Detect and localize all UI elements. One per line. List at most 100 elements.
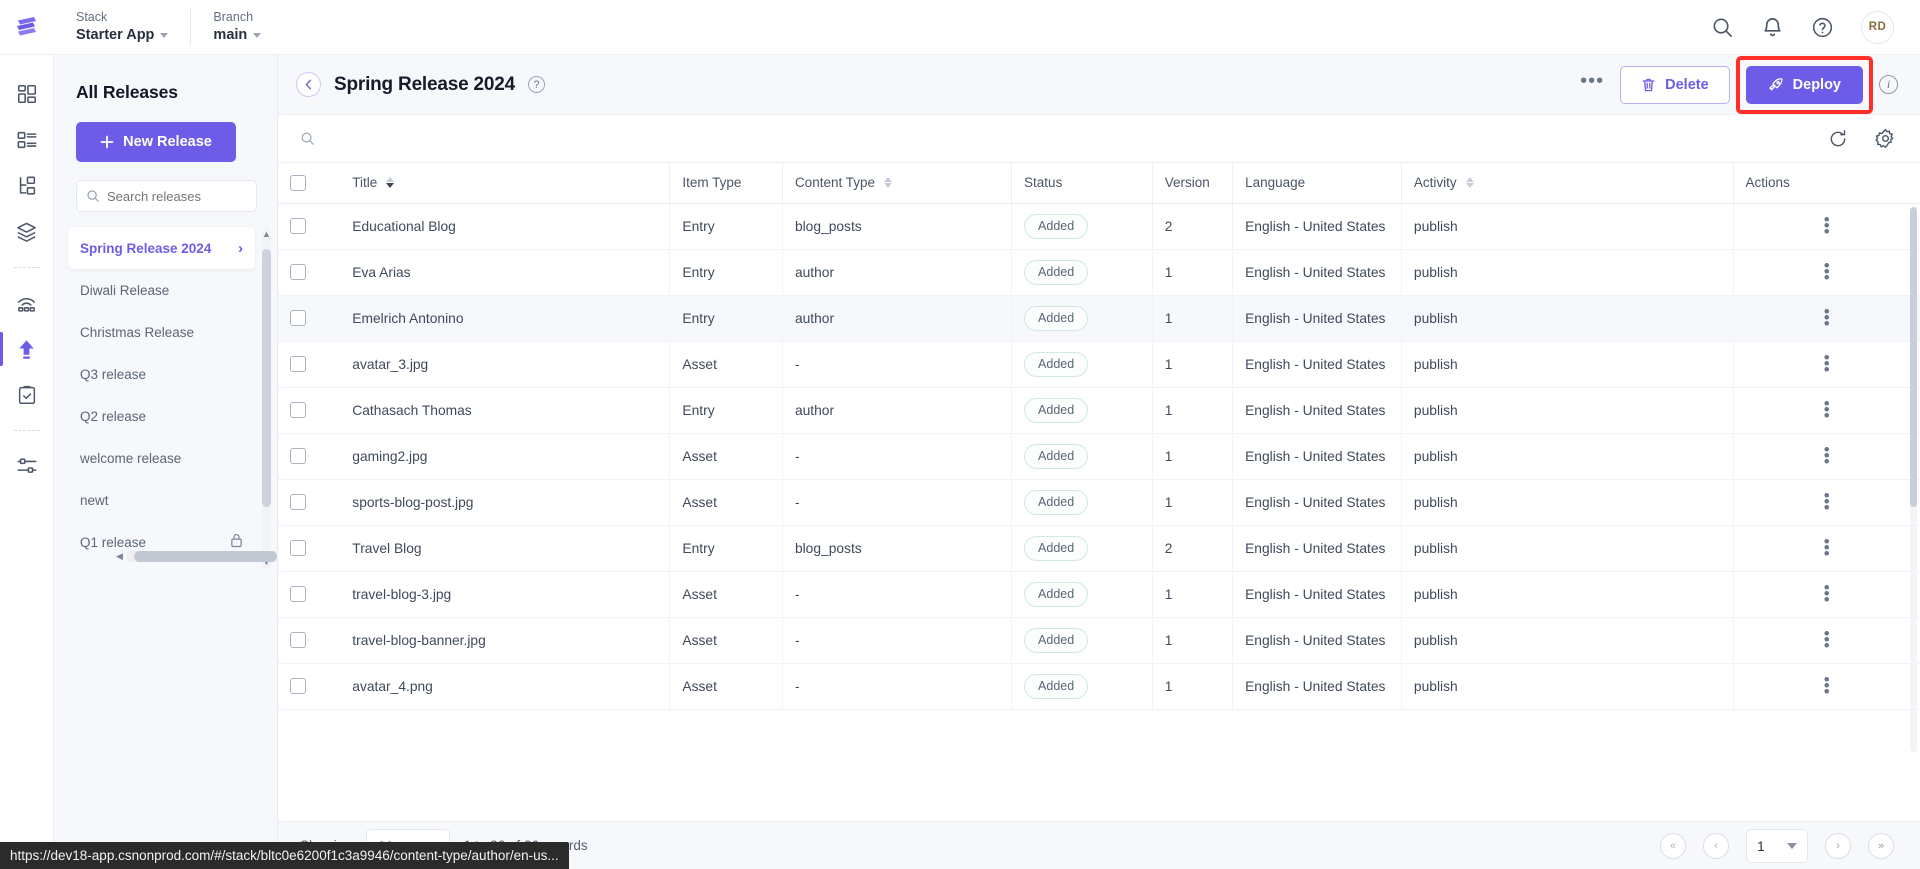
releases-scrollbar-thumb[interactable]: [262, 249, 271, 507]
column-header-version[interactable]: Version: [1151, 163, 1233, 204]
row-checkbox[interactable]: [290, 264, 306, 281]
page-number-select[interactable]: 1: [1746, 828, 1808, 863]
release-item-newt[interactable]: newt: [68, 479, 255, 521]
row-menu-button[interactable]: • • •: [1746, 349, 1908, 378]
next-page-button[interactable]: ›: [1825, 832, 1851, 859]
sidebar-rail-dashboard[interactable]: [0, 71, 54, 117]
previous-page-button[interactable]: ‹: [1703, 832, 1729, 859]
branch-switcher[interactable]: Branch main: [190, 9, 286, 45]
release-item-spring-release-2024[interactable]: Spring Release 2024 ›: [68, 227, 255, 269]
sidebar-rail-workflow[interactable]: [0, 372, 54, 418]
column-header-activity[interactable]: Activity: [1400, 163, 1734, 204]
new-release-button[interactable]: New Release: [76, 122, 236, 162]
row-checkbox[interactable]: [290, 356, 306, 373]
help-circle-icon[interactable]: [1811, 16, 1834, 39]
row-select-cell: [278, 203, 341, 250]
column-header-status[interactable]: Status: [1011, 163, 1153, 204]
row-checkbox[interactable]: [290, 494, 306, 511]
branch-value[interactable]: main: [213, 26, 264, 45]
table-search-box[interactable]: [300, 131, 1828, 146]
stack-switcher[interactable]: Stack Starter App: [54, 9, 190, 45]
hscroll-track[interactable]: [125, 551, 300, 562]
row-menu-button[interactable]: • • •: [1746, 211, 1908, 240]
release-search-box[interactable]: [76, 180, 257, 212]
deploy-button[interactable]: Deploy: [1745, 65, 1863, 104]
column-header-content-type[interactable]: Content Type: [781, 163, 1012, 204]
row-checkbox[interactable]: [290, 310, 306, 327]
search-icon[interactable]: [1711, 16, 1734, 39]
column-header-item-type[interactable]: Item Type: [669, 163, 783, 204]
column-header-title[interactable]: Title: [340, 163, 670, 204]
sort-toggle-content-type[interactable]: [884, 177, 892, 189]
table-row[interactable]: gaming2.jpg Asset - Added 1 English - Un…: [278, 433, 1920, 480]
row-menu-button[interactable]: • • •: [1746, 257, 1908, 286]
column-header-language[interactable]: Language: [1232, 163, 1402, 204]
release-item-welcome-release[interactable]: welcome release: [68, 437, 255, 479]
release-header: Spring Release 2024 ? ••• Delete Deploy …: [278, 55, 1920, 115]
table-row[interactable]: avatar_4.png Asset - Added 1 English - U…: [278, 663, 1920, 710]
row-menu-button[interactable]: • • •: [1746, 395, 1908, 424]
row-checkbox[interactable]: [290, 448, 306, 465]
row-checkbox[interactable]: [290, 218, 306, 235]
sidebar-rail-live-preview[interactable]: [0, 280, 54, 326]
hscroll-thumb[interactable]: [133, 551, 277, 562]
table-row[interactable]: Travel Blog Entry blog_posts Added 2 Eng…: [278, 525, 1920, 572]
search-icon: [87, 190, 99, 202]
avatar[interactable]: RD: [1861, 10, 1894, 44]
info-circle-icon[interactable]: i: [1879, 75, 1898, 94]
stack-value[interactable]: Starter App: [76, 26, 169, 45]
row-menu-button[interactable]: • • •: [1746, 533, 1908, 562]
scroll-left-arrow-icon[interactable]: ◀: [116, 551, 123, 562]
sidebar-rail-settings[interactable]: [0, 443, 54, 489]
last-page-button[interactable]: »: [1868, 832, 1894, 859]
table-row[interactable]: sports-blog-post.jpg Asset - Added 1 Eng…: [278, 479, 1920, 526]
row-menu-button[interactable]: • • •: [1746, 303, 1908, 332]
row-menu-button[interactable]: • • •: [1746, 487, 1908, 516]
row-checkbox[interactable]: [290, 586, 306, 603]
sort-toggle-title[interactable]: [386, 177, 395, 189]
release-item-christmas-release[interactable]: Christmas Release: [68, 311, 255, 353]
first-page-button[interactable]: «: [1660, 832, 1686, 859]
sidebar-rail-assets[interactable]: [0, 209, 54, 255]
cell-version: 1: [1151, 571, 1233, 618]
row-menu-button[interactable]: • • •: [1746, 625, 1908, 654]
row-menu-button[interactable]: • • •: [1746, 671, 1908, 700]
scroll-up-arrow-icon[interactable]: ▲: [261, 229, 272, 239]
cell-content-type: author: [781, 295, 1012, 342]
row-checkbox[interactable]: [290, 540, 306, 557]
sidebar-rail-releases[interactable]: [0, 326, 54, 372]
question-mark-icon[interactable]: ?: [528, 76, 546, 93]
sidebar-rail-entries[interactable]: [0, 163, 54, 209]
row-checkbox[interactable]: [290, 678, 306, 695]
table-row[interactable]: Educational Blog Entry blog_posts Added …: [278, 203, 1920, 250]
table-row[interactable]: travel-blog-3.jpg Asset - Added 1 Englis…: [278, 571, 1920, 618]
release-item-q3-release[interactable]: Q3 release: [68, 353, 255, 395]
delete-button[interactable]: Delete: [1620, 65, 1730, 104]
table-row[interactable]: avatar_3.jpg Asset - Added 1 English - U…: [278, 341, 1920, 388]
table-search-input[interactable]: [323, 131, 723, 146]
release-item-q2-release[interactable]: Q2 release: [68, 395, 255, 437]
bell-icon[interactable]: [1761, 16, 1784, 39]
row-menu-button[interactable]: • • •: [1746, 441, 1908, 470]
more-options-button[interactable]: •••: [1580, 71, 1604, 93]
table-scrollbar-track[interactable]: [1910, 207, 1917, 752]
contentstack-logo-icon[interactable]: [0, 15, 54, 39]
back-button[interactable]: [296, 72, 321, 97]
row-menu-button[interactable]: • • •: [1746, 579, 1908, 608]
sidebar-rail-content-types[interactable]: [0, 117, 54, 163]
select-all-checkbox[interactable]: [290, 174, 306, 191]
table-row[interactable]: Eva Arias Entry author Added 1 English -…: [278, 249, 1920, 296]
row-checkbox[interactable]: [290, 402, 306, 419]
table-row[interactable]: travel-blog-banner.jpg Asset - Added 1 E…: [278, 617, 1920, 664]
header-actions: ••• Delete Deploy i: [1580, 55, 1898, 114]
sort-toggle-activity[interactable]: [1465, 177, 1474, 189]
table-row[interactable]: Cathasach Thomas Entry author Added 1 En…: [278, 387, 1920, 434]
table-scrollbar-thumb[interactable]: [1910, 207, 1917, 507]
status-badge: Added: [1024, 259, 1089, 285]
row-checkbox[interactable]: [290, 632, 306, 649]
table-row[interactable]: Emelrich Antonino Entry author Added 1 E…: [278, 295, 1920, 342]
search-releases-input[interactable]: [107, 188, 247, 204]
refresh-icon[interactable]: [1828, 129, 1848, 149]
gear-icon[interactable]: [1875, 128, 1896, 149]
release-item-diwali-release[interactable]: Diwali Release: [68, 269, 255, 311]
